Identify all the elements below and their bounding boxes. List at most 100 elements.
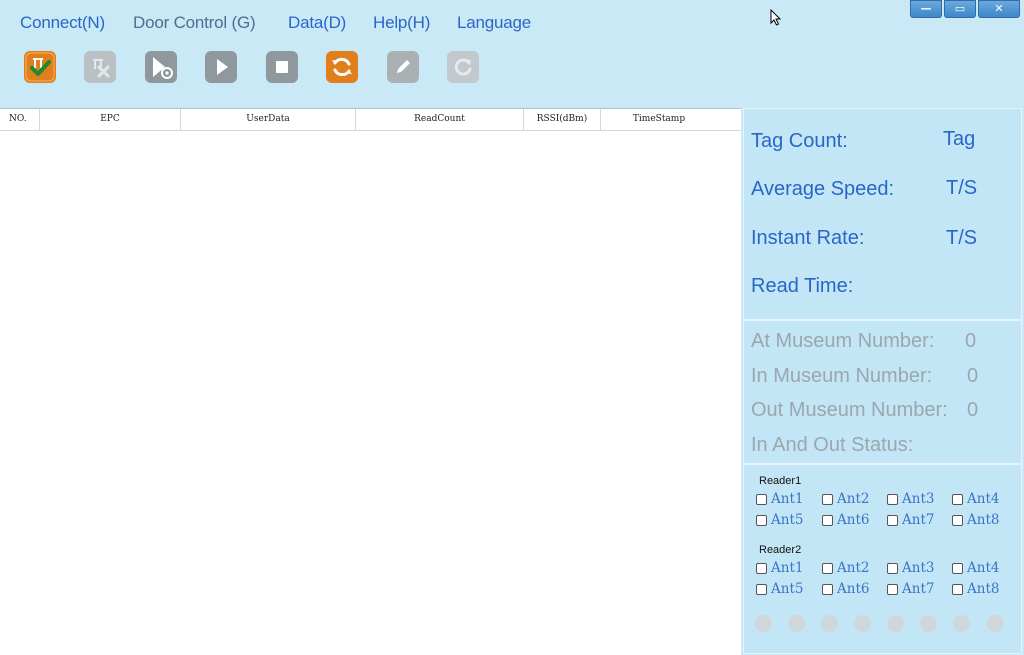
antenna-label: Ant6: [837, 581, 870, 597]
start-settings-icon: [145, 51, 177, 83]
checkbox-box[interactable]: [756, 562, 767, 574]
menu-connect[interactable]: Connect(N): [20, 13, 105, 33]
reader1-ant6-checkbox[interactable]: Ant6: [822, 512, 869, 528]
side-panel: Tag Count: Tag Average Speed: T/S Instan…: [742, 108, 1024, 654]
reader1-title: Reader1: [759, 475, 802, 487]
play-button[interactable]: [205, 51, 237, 83]
status-led: [920, 615, 937, 632]
status-led: [953, 615, 970, 632]
reader2-ant7-checkbox[interactable]: Ant7: [887, 581, 934, 597]
table-header: NO. EPC UserData ReadCount RSSI(dBm) Tim…: [0, 109, 741, 131]
reader1-ant4-checkbox[interactable]: Ant4: [952, 491, 999, 507]
status-led: [987, 615, 1004, 632]
checkbox-box[interactable]: [887, 562, 898, 574]
close-button[interactable]: ✕: [978, 0, 1020, 18]
start-settings-button[interactable]: [145, 51, 177, 83]
column-header-timestamp[interactable]: TimeStamp: [601, 109, 717, 130]
menu-door-control[interactable]: Door Control (G): [133, 13, 256, 33]
checkbox-box[interactable]: [822, 514, 833, 526]
edit-button[interactable]: [387, 51, 419, 83]
refresh-button[interactable]: [326, 51, 358, 83]
in-museum-value: 0: [967, 365, 979, 387]
maximize-button[interactable]: ▭: [944, 0, 976, 18]
average-speed-unit: T/S: [946, 177, 978, 199]
column-header-rssi[interactable]: RSSI(dBm): [524, 109, 601, 130]
menu-bar: Connect(N) Door Control (G) Data(D) Help…: [0, 0, 1024, 46]
checkbox-box[interactable]: [756, 514, 767, 526]
average-speed-label: Average Speed:: [751, 178, 895, 200]
stop-button[interactable]: [266, 51, 298, 83]
reader2-ant6-checkbox[interactable]: Ant6: [822, 581, 869, 597]
checkbox-box[interactable]: [952, 514, 963, 526]
antenna-label: Ant7: [902, 512, 935, 528]
reader2-ant3-checkbox[interactable]: Ant3: [887, 560, 934, 576]
checkbox-box[interactable]: [822, 583, 833, 595]
reader1-ant8-checkbox[interactable]: Ant8: [952, 512, 999, 528]
out-museum-label: Out Museum Number:: [751, 399, 948, 421]
stats-panel: Tag Count: Tag Average Speed: T/S Instan…: [743, 108, 1022, 320]
instant-rate-label: Instant Rate:: [751, 227, 865, 249]
connect-check-button[interactable]: [24, 51, 56, 83]
antenna-label: Ant3: [902, 560, 935, 576]
reader2-title: Reader2: [759, 544, 802, 556]
checkbox-box[interactable]: [756, 583, 767, 595]
reader1-ant7-checkbox[interactable]: Ant7: [887, 512, 934, 528]
antenna-label: Ant1: [771, 491, 804, 507]
museum-panel: At Museum Number: 0 In Museum Number: 0 …: [743, 320, 1022, 464]
reader2-ant1-checkbox[interactable]: Ant1: [756, 560, 803, 576]
reader2-ant8-checkbox[interactable]: Ant8: [952, 581, 999, 597]
menu-language[interactable]: Language: [457, 13, 531, 33]
column-header-no[interactable]: NO.: [0, 109, 40, 130]
checkbox-box[interactable]: [756, 493, 767, 505]
antenna-label: Ant7: [902, 581, 935, 597]
minimize-button[interactable]: —: [910, 0, 942, 18]
in-museum-label: In Museum Number:: [751, 365, 933, 387]
play-icon: [205, 51, 237, 83]
reader1-ant3-checkbox[interactable]: Ant3: [887, 491, 934, 507]
out-museum-value: 0: [967, 399, 979, 421]
edit-icon: [387, 51, 419, 83]
mouse-cursor-icon: [770, 9, 782, 26]
menu-help[interactable]: Help(H): [373, 13, 430, 33]
reader2-ant4-checkbox[interactable]: Ant4: [952, 560, 999, 576]
instant-rate-unit: T/S: [946, 227, 978, 249]
status-led: [887, 615, 904, 632]
reset-icon: [447, 51, 479, 83]
menu-data[interactable]: Data(D): [288, 13, 346, 33]
stop-icon: [266, 51, 298, 83]
antenna-label: Ant5: [771, 581, 804, 597]
checkbox-box[interactable]: [887, 514, 898, 526]
at-museum-value: 0: [965, 330, 977, 352]
reader2-ant5-checkbox[interactable]: Ant5: [756, 581, 803, 597]
readers-panel: Reader1 Ant1 Ant2 Ant3 Ant4 Ant5 Ant6 An…: [743, 464, 1022, 654]
antenna-label: Ant4: [967, 560, 1000, 576]
column-header-readcount[interactable]: ReadCount: [356, 109, 524, 130]
status-led: [788, 615, 805, 632]
checkbox-box[interactable]: [822, 493, 833, 505]
checkbox-box[interactable]: [952, 562, 963, 574]
connect-check-icon: [24, 51, 56, 83]
reader2-ant2-checkbox[interactable]: Ant2: [822, 560, 869, 576]
antenna-label: Ant5: [771, 512, 804, 528]
status-led: [755, 615, 772, 632]
antenna-label: Ant8: [967, 581, 1000, 597]
column-header-epc[interactable]: EPC: [40, 109, 181, 130]
reader1-ant5-checkbox[interactable]: Ant5: [756, 512, 803, 528]
status-led: [821, 615, 838, 632]
checkbox-box[interactable]: [887, 583, 898, 595]
reader1-ant2-checkbox[interactable]: Ant2: [822, 491, 869, 507]
disconnect-icon: [84, 51, 116, 83]
column-header-userdata[interactable]: UserData: [181, 109, 356, 130]
tag-table[interactable]: NO. EPC UserData ReadCount RSSI(dBm) Tim…: [0, 108, 741, 655]
at-museum-label: At Museum Number:: [751, 330, 935, 352]
antenna-label: Ant1: [771, 560, 804, 576]
checkbox-box[interactable]: [952, 583, 963, 595]
antenna-label: Ant6: [837, 512, 870, 528]
reset-button[interactable]: [447, 51, 479, 83]
checkbox-box[interactable]: [822, 562, 833, 574]
checkbox-box[interactable]: [887, 493, 898, 505]
tag-count-label: Tag Count:: [751, 130, 848, 152]
checkbox-box[interactable]: [952, 493, 963, 505]
reader1-ant1-checkbox[interactable]: Ant1: [756, 491, 803, 507]
disconnect-button[interactable]: [84, 51, 116, 83]
